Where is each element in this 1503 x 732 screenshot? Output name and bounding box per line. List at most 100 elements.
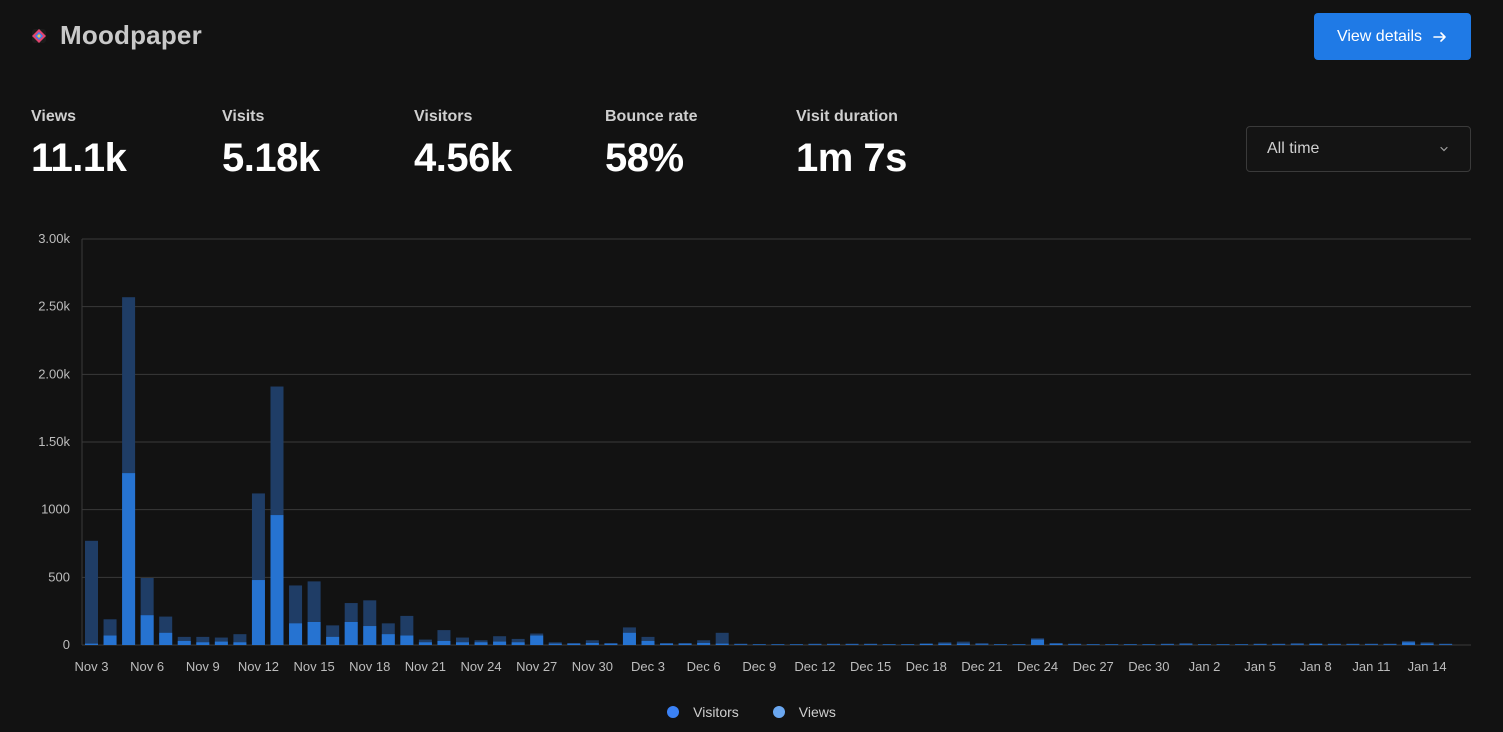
x-tick-label: Nov 21 — [405, 659, 446, 674]
y-tick-label: 3.00k — [38, 231, 70, 246]
visitors-bar[interactable] — [214, 641, 228, 645]
visitors-bar[interactable] — [1123, 644, 1137, 645]
visitors-bar[interactable] — [808, 644, 822, 645]
period-select-value: All time — [1267, 140, 1320, 157]
visitors-bar[interactable] — [882, 644, 896, 645]
visitors-bar[interactable] — [1049, 643, 1063, 645]
visitors-bar[interactable] — [993, 644, 1007, 645]
visitors-bar[interactable] — [1439, 644, 1453, 645]
visitors-bar[interactable] — [1179, 644, 1193, 645]
x-tick-label: Dec 27 — [1073, 659, 1114, 674]
visitors-bar[interactable] — [103, 635, 117, 645]
x-tick-label: Dec 6 — [687, 659, 721, 674]
visitors-bar[interactable] — [622, 632, 636, 645]
x-tick-label: Nov 18 — [349, 659, 390, 674]
visitors-bar[interactable] — [827, 644, 840, 645]
visitors-bar[interactable] — [901, 644, 915, 645]
visitors-bar[interactable] — [548, 643, 562, 645]
dashboard-page: Moodpaper View details Views 11.1k Visit… — [0, 0, 1503, 732]
visitors-bar[interactable] — [1346, 644, 1360, 645]
view-details-label: View details — [1336, 27, 1423, 45]
x-tick-label: Jan 11 — [1352, 659, 1390, 674]
views-bar[interactable] — [715, 632, 729, 645]
visitors-bar[interactable] — [1068, 644, 1082, 645]
visitors-bar[interactable] — [697, 642, 711, 645]
visitors-bar[interactable] — [307, 621, 321, 645]
visitors-bar[interactable] — [956, 643, 970, 645]
visitors-bar[interactable] — [1160, 644, 1174, 645]
visitors-bar[interactable] — [1198, 644, 1211, 645]
visitors-bar[interactable] — [1309, 643, 1323, 645]
visitors-bar[interactable] — [1272, 644, 1286, 645]
visitors-bar[interactable] — [456, 642, 469, 645]
visitors-bar[interactable] — [270, 515, 284, 645]
visitors-bar[interactable] — [1235, 644, 1249, 645]
visitors-bar[interactable] — [474, 642, 488, 645]
visitors-bar[interactable] — [1105, 644, 1119, 645]
visitors-bar[interactable] — [789, 644, 803, 645]
visitors-bar[interactable] — [1216, 644, 1230, 645]
visitors-bar[interactable] — [752, 644, 766, 645]
visitors-bar[interactable] — [381, 634, 395, 645]
visitors-bar[interactable] — [715, 643, 729, 645]
visitors-bar[interactable] — [233, 642, 247, 645]
visitors-bar[interactable] — [734, 644, 748, 645]
site-name: Moodpaper — [60, 20, 202, 50]
visitors-bar[interactable] — [1290, 644, 1304, 645]
visitors-bar[interactable] — [400, 635, 414, 645]
visitors-bar[interactable] — [660, 643, 674, 645]
visitors-bar[interactable] — [938, 643, 952, 645]
visitors-bar[interactable] — [1402, 642, 1416, 645]
legend-label: Visitors — [693, 704, 739, 720]
visitors-bar[interactable] — [140, 615, 154, 645]
visitors-bar[interactable] — [511, 642, 525, 645]
visitors-bar[interactable] — [567, 643, 581, 645]
visitors-bar[interactable] — [1364, 644, 1378, 645]
visitors-bar[interactable] — [437, 640, 451, 645]
visitors-bar[interactable] — [678, 643, 692, 645]
visitors-bar[interactable] — [864, 644, 878, 645]
visitors-bar[interactable] — [363, 626, 377, 645]
visitors-bar[interactable] — [975, 644, 989, 645]
x-tick-label: Jan 5 — [1244, 659, 1276, 674]
visitors-bar[interactable] — [251, 580, 265, 645]
x-tick-label: Nov 12 — [238, 659, 279, 674]
visitors-bar[interactable] — [289, 623, 303, 645]
visitors-bar[interactable] — [1253, 644, 1267, 645]
visitors-bar[interactable] — [585, 642, 599, 645]
view-details-button[interactable]: View details — [1314, 13, 1471, 60]
visitors-bar[interactable] — [326, 636, 340, 645]
visitors-bar[interactable] — [1327, 644, 1341, 645]
chart-legend: Visitors Views — [0, 704, 1503, 720]
legend-label: Views — [798, 704, 836, 720]
visitors-bar[interactable] — [604, 643, 618, 645]
legend-item-visitors[interactable]: Visitors — [667, 704, 739, 720]
visitors-bar[interactable] — [1420, 643, 1434, 645]
visitors-bar[interactable] — [177, 640, 191, 645]
views-bar[interactable] — [85, 540, 98, 645]
y-tick-label: 1.50k — [38, 434, 70, 449]
x-tick-label: Jan 2 — [1189, 659, 1221, 674]
legend-dot-visitors — [667, 706, 680, 718]
visitors-bar[interactable] — [493, 641, 507, 645]
visitors-bar[interactable] — [344, 621, 358, 645]
visitors-bar[interactable] — [122, 473, 136, 645]
visitors-bar[interactable] — [1383, 644, 1397, 645]
visitors-bar[interactable] — [771, 644, 785, 645]
visitors-bar[interactable] — [1142, 644, 1156, 645]
legend-item-views[interactable]: Views — [772, 704, 836, 720]
visitors-bar[interactable] — [418, 642, 432, 645]
visitors-bar[interactable] — [196, 642, 210, 645]
period-select[interactable]: All time — [1246, 126, 1471, 172]
visitors-bar[interactable] — [641, 640, 655, 645]
visitors-bar[interactable] — [1031, 639, 1045, 645]
visitors-bar[interactable] — [845, 644, 859, 645]
y-tick-label: 500 — [48, 569, 70, 584]
visitors-bar[interactable] — [1086, 644, 1100, 645]
visitors-bar[interactable] — [530, 635, 544, 645]
visitors-bar[interactable] — [919, 643, 933, 645]
x-tick-label: Dec 30 — [1128, 659, 1169, 674]
visitors-bar[interactable] — [1012, 644, 1026, 645]
visitors-bar[interactable] — [159, 632, 173, 645]
visitors-bar[interactable] — [85, 643, 98, 645]
